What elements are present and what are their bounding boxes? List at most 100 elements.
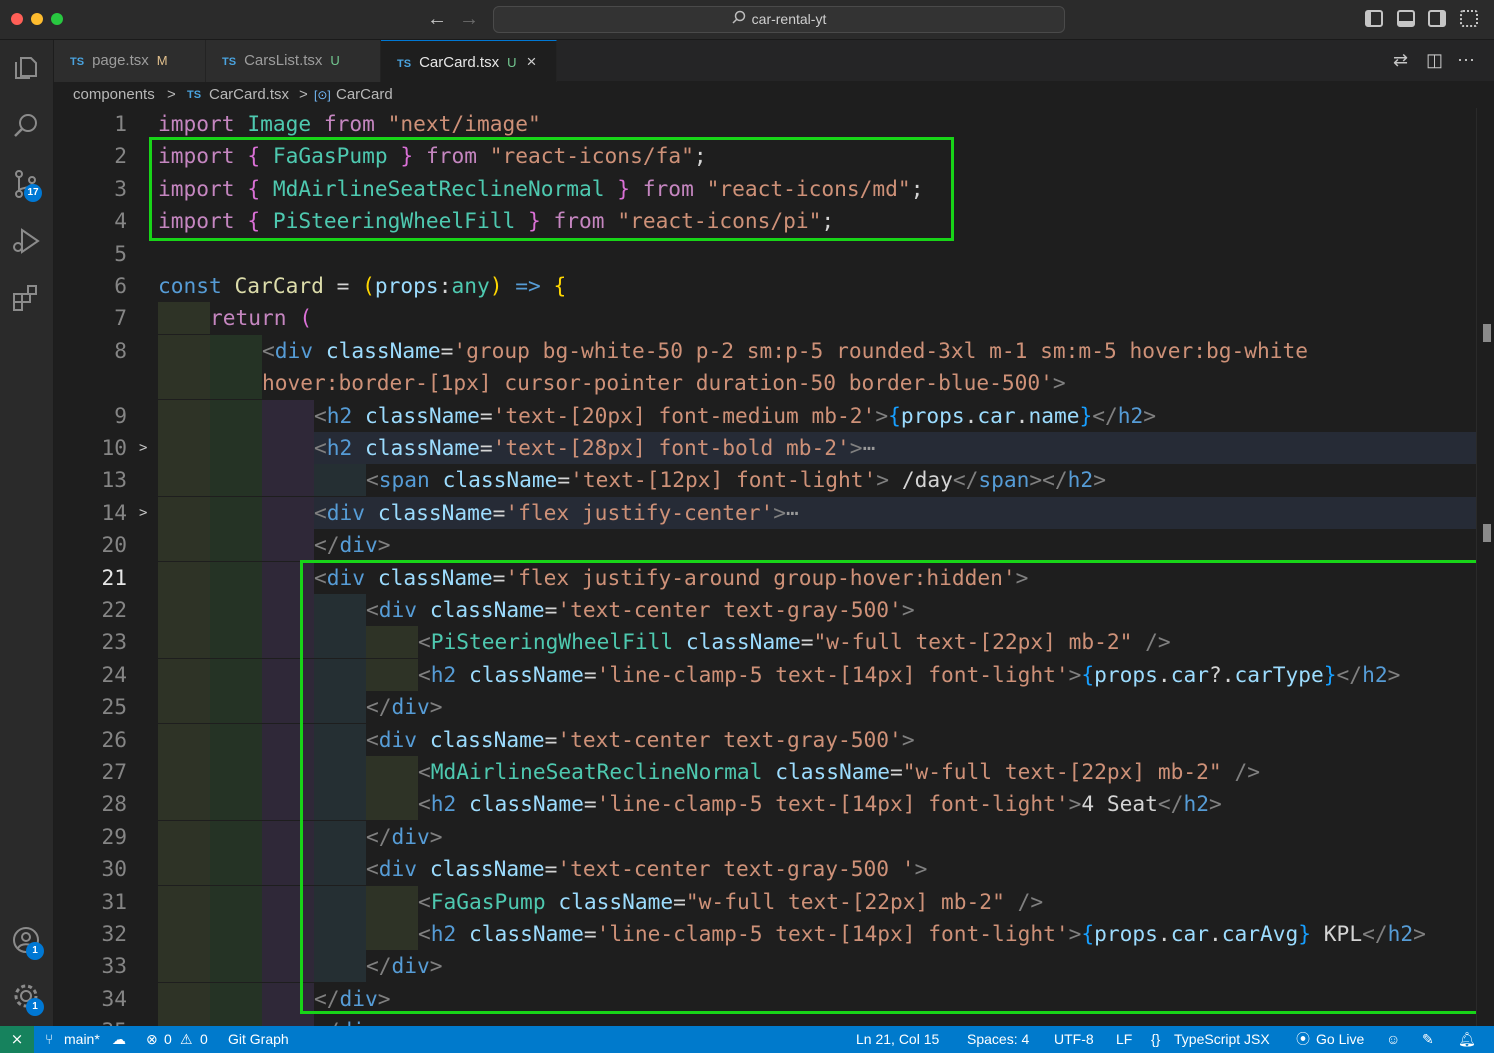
code-token: props [374,273,439,298]
indent-guide [210,529,262,562]
code-editor[interactable]: 1 import Image from "next/image" 2 import {… [54,108,1494,1026]
tab-page-tsx[interactable]: TS page.tsx M [54,40,206,82]
line-number: 26 [101,726,127,752]
code-token: className [325,337,441,363]
line-number: 1 [114,111,127,136]
indent-guide [210,658,262,691]
account-icon[interactable]: 1 [10,924,44,960]
search-icon[interactable] [10,110,42,142]
indent-guide [158,853,210,886]
compare-changes-icon[interactable]: ⇄ [1393,50,1408,71]
indent-guide [158,950,210,983]
code-token: ( [362,273,375,298]
code-line[interactable]: 13 <span className='text-[12px] font-ligh… [54,464,1476,497]
indent-guide [210,691,262,724]
tab-carcard-tsx[interactable]: TS CarCard.tsx U × [381,40,557,82]
customize-layout-icon[interactable] [1460,10,1478,27]
line-number: 32 [101,921,127,946]
code-line[interactable]: 8 <div className='group bg-white-50 p-2 s… [54,334,1476,367]
maximize-window-button[interactable] [51,13,63,25]
indent-guide [262,432,314,464]
encoding[interactable]: UTF-8 [1054,1026,1094,1053]
gear-icon[interactable]: 1 [10,980,44,1016]
breadcrumb: components > TS CarCard.tsx > [⊙] CarCar… [54,82,1494,108]
minimize-window-button[interactable] [31,13,43,25]
code-line[interactable]: 1 import Image from "next/image" [54,108,1476,140]
language-mode[interactable]: TypeScript JSX [1174,1026,1270,1053]
editor-scrollbar[interactable] [1476,108,1494,1026]
code-token: h2 [1117,402,1144,428]
symbol-variable-icon: [⊙] [314,88,331,102]
extensions-icon[interactable] [10,282,42,314]
back-arrow-icon[interactable]: ← [427,8,447,31]
feedback-icon[interactable]: ✎ [1422,1026,1434,1053]
close-window-button[interactable] [11,13,23,25]
code-token: className [365,435,480,460]
code-line[interactable]: 10 > <h2 className='text-[28px] font-bold … [54,432,1476,464]
code-text: <h2 className='text-[20px] font-medium m… [314,400,1156,432]
indent-guide [210,723,262,756]
end-of-line[interactable]: LF [1116,1026,1132,1053]
forward-arrow-icon[interactable]: → [459,8,479,31]
code-line[interactable]: 20 </div> [54,529,1476,562]
breadcrumb-symbol[interactable]: CarCard [336,82,393,108]
remote-icon[interactable]: ⨯ [0,1026,34,1053]
tab-label: page.tsx [92,52,149,69]
code-token: < [366,467,379,493]
line-number: 14 [101,499,127,525]
sync-icon[interactable]: ☁ [112,1026,126,1053]
copilot-icon[interactable]: ☺ [1386,1026,1400,1053]
command-center-search[interactable]: car-rental-yt [493,6,1065,33]
code-token: div [340,1018,378,1026]
indent-guide [158,820,210,853]
git-branch[interactable]: main* [64,1026,100,1053]
breadcrumb-file[interactable]: CarCard.tsx [209,82,289,108]
code-line[interactable]: 9 <h2 className='text-[20px] font-medium … [54,399,1476,432]
code-line[interactable]: 7 return ( [54,302,1476,335]
line-number: 6 [114,273,127,298]
indent-guide [210,885,262,918]
code-line[interactable]: 35 </div> [54,1015,1476,1026]
toggle-primary-sidebar-icon[interactable] [1365,10,1383,27]
scroll-thumb[interactable] [1483,324,1491,342]
folded-ellipsis[interactable]: ⋯ [786,500,799,525]
cursor-position[interactable]: Ln 21, Col 15 [856,1026,939,1053]
toggle-panel-icon[interactable] [1397,10,1415,27]
code-token: className [377,499,493,525]
warning-count[interactable]: 0 [200,1026,208,1053]
breadcrumb-folder[interactable]: components [73,82,155,108]
indent-guide [210,756,262,788]
close-tab-icon[interactable]: × [526,52,536,71]
code-line[interactable]: 14 > <div className='flex justify-center'>… [54,496,1476,529]
error-count[interactable]: 0 [164,1026,172,1053]
code-line[interactable]: 6 const CarCard = (props:any) => { [54,270,1476,302]
folded-ellipsis[interactable]: ⋯ [863,435,876,460]
code-token: 'text-[12px] font-light' [570,467,877,493]
code-token: h2 [326,402,353,428]
code-token: "next/image" [387,111,541,136]
fold-chevron-icon[interactable]: > [139,497,147,529]
code-line[interactable]: hover:border-[1px] cursor-pointer durati… [54,367,1476,400]
files-icon[interactable] [10,52,42,84]
fold-chevron-icon[interactable]: > [139,432,147,464]
toggle-secondary-sidebar-icon[interactable] [1428,10,1446,27]
indent-guide [158,658,210,691]
indent-guide [262,1015,314,1026]
git-graph-button[interactable]: Git Graph [228,1026,289,1053]
source-control-icon[interactable]: 17 [10,168,42,202]
run-debug-icon[interactable] [10,225,42,257]
code-line[interactable]: 5 [54,238,1476,270]
more-actions-icon[interactable]: ⋯ [1457,50,1475,71]
bell-icon[interactable]: 🔔︎ [1458,1026,1476,1053]
code-token: </ [314,532,340,558]
status-bar: ⨯ ⑂ main* ☁ ⊗ 0 ⚠ 0 Git Graph Ln 21, Col… [0,1026,1494,1053]
indent-guide [158,399,210,432]
go-live-button[interactable]: Go Live [1316,1026,1364,1053]
indent-guide [210,464,262,497]
tab-carslist-tsx[interactable]: TS CarsList.tsx U [206,40,381,82]
code-text: <h2 className='text-[28px] font-bold mb-… [314,432,875,464]
indentation[interactable]: Spaces: 4 [967,1026,1029,1053]
split-editor-icon[interactable]: ◫ [1426,50,1443,71]
indent-guide [210,950,262,983]
indent-guide [158,756,210,788]
